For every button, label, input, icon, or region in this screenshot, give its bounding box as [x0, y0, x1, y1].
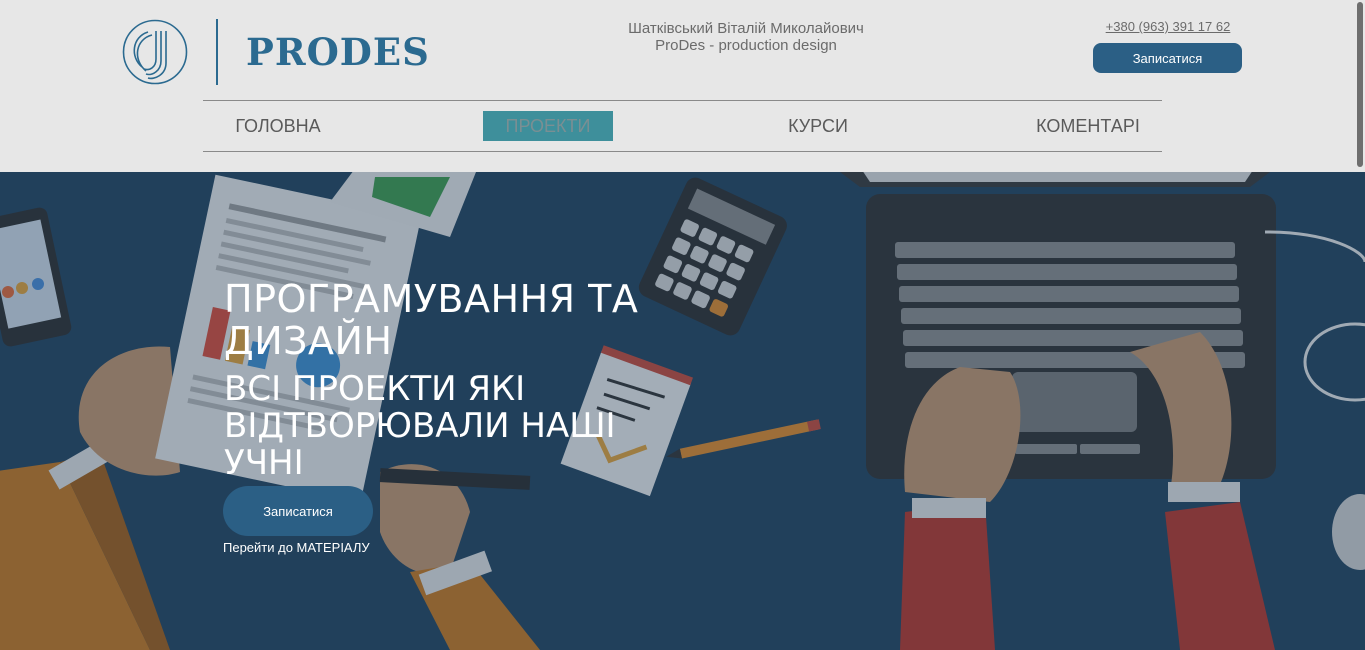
logo-divider [216, 19, 218, 85]
owner-name: Шатківський Віталій Миколайович [628, 20, 864, 37]
main-nav: ГОЛОВНА ПРОЕКТИ КУРСИ КОМЕНТАРІ [203, 101, 1162, 151]
hero-title: ПРОГРАМУВАННЯ ТА ДИЗАЙН [224, 277, 639, 363]
logo-text[interactable]: PRODES [246, 30, 430, 74]
header-signup-button[interactable]: Записатися [1093, 43, 1242, 73]
material-link[interactable]: Перейти до МАТЕРІАЛУ [223, 540, 370, 555]
page-scrollbar[interactable] [1357, 2, 1363, 167]
nav-bottom-divider [203, 151, 1162, 152]
owner-tagline: ProDes - production design [655, 37, 837, 54]
site-header: PRODES Шатківський Віталій Миколайович P… [0, 0, 1365, 172]
nav-item-home[interactable]: ГОЛОВНА [223, 111, 333, 141]
phone-link[interactable]: +380 (963) 391 17 62 [1094, 19, 1242, 34]
nav-item-projects[interactable]: ПРОЕКТИ [483, 111, 613, 141]
logo-icon[interactable] [122, 19, 188, 85]
hero-illustration [0, 172, 1365, 650]
hero-subtitle: ВСІ ПРОЕКТИ ЯКІ ВІДТВОРЮВАЛИ НАШІ УЧНІ [224, 369, 616, 483]
owner-info: Шатківський Віталій Миколайович ProDes -… [600, 20, 892, 54]
nav-item-courses[interactable]: КУРСИ [773, 111, 863, 141]
nav-item-comments[interactable]: КОМЕНТАРІ [1028, 111, 1148, 141]
hero-signup-button[interactable]: Записатися [223, 486, 373, 536]
hero-section: ПРОГРАМУВАННЯ ТА ДИЗАЙН ВСІ ПРОЕКТИ ЯКІ … [0, 172, 1365, 650]
